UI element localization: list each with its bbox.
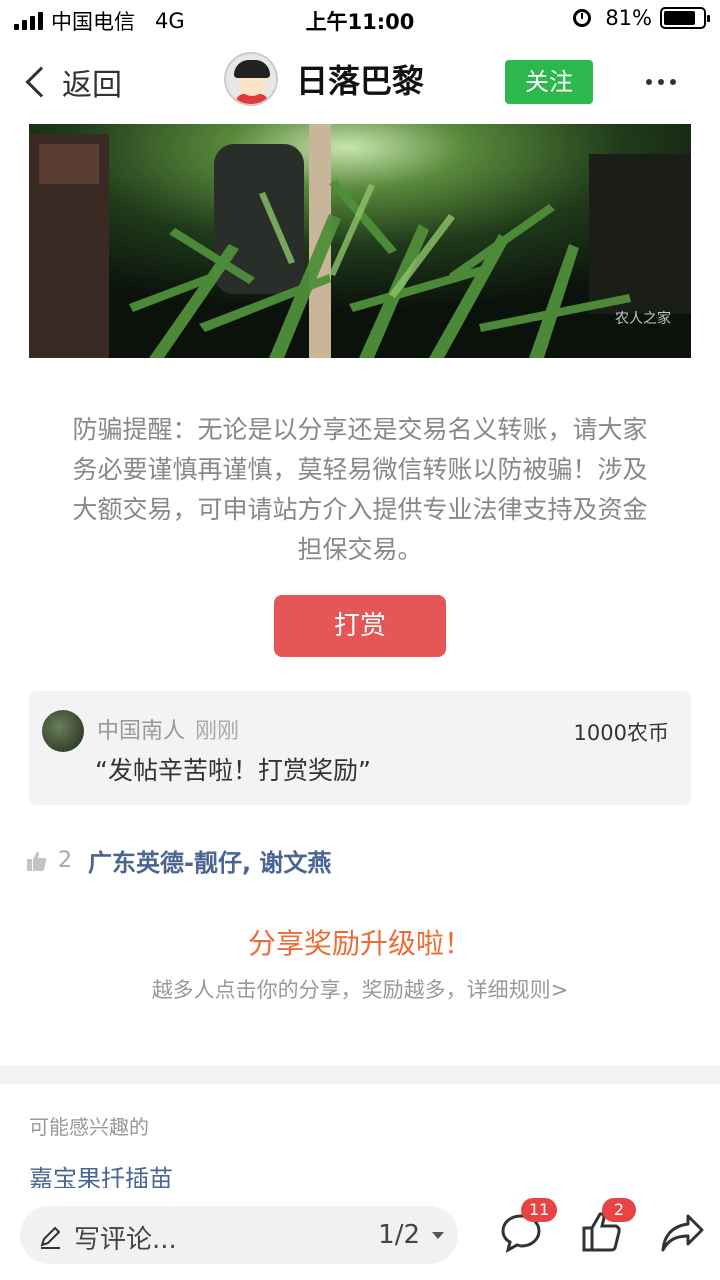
like-button[interactable]: 2	[580, 1198, 636, 1254]
liker-names[interactable]: 广东英德-靓仔, 谢文燕	[88, 843, 331, 878]
comment-button[interactable]: 11	[499, 1198, 558, 1254]
reward-user-avatar[interactable]	[42, 710, 84, 752]
likes-row: 2 广东英德-靓仔, 谢文燕	[26, 843, 331, 878]
comment-placeholder: 写评论...	[74, 1225, 177, 1255]
chevron-left-icon	[25, 66, 57, 98]
section-divider	[0, 1066, 720, 1084]
reward-message: “发帖辛苦啦！打赏奖励”	[95, 756, 371, 785]
author-avatar[interactable]	[224, 52, 278, 106]
like-count: 2	[58, 848, 72, 873]
like-count-badge: 2	[602, 1198, 636, 1222]
alarm-icon	[573, 9, 592, 27]
reward-record[interactable]: 中国南人 刚刚 “发帖辛苦啦！打赏奖励” 1000农币	[29, 691, 691, 805]
related-section-label: 可能感兴趣的	[29, 1115, 149, 1139]
pen-icon	[40, 1226, 61, 1249]
author-name[interactable]: 日落巴黎	[296, 56, 424, 102]
bottom-action-bar: 写评论... 1/2 11 2	[0, 1188, 720, 1280]
reward-time: 刚刚	[195, 719, 240, 744]
comment-input[interactable]: 写评论... 1/2	[20, 1206, 458, 1264]
tip-button[interactable]: 打赏	[274, 595, 446, 657]
watermark-text: 农人之家	[615, 311, 671, 327]
follow-button[interactable]: 关注	[505, 60, 593, 104]
share-button[interactable]	[660, 1210, 704, 1254]
comment-count-badge: 11	[521, 1198, 558, 1222]
battery-icon	[660, 7, 710, 29]
battery-percent: 81%	[605, 6, 652, 30]
chevron-down-icon[interactable]	[432, 1232, 444, 1239]
reward-user-name[interactable]: 中国南人	[97, 719, 185, 744]
author-info[interactable]: 日落巴黎	[224, 52, 424, 106]
back-button[interactable]: 返回	[22, 60, 122, 104]
more-options-icon[interactable]	[646, 79, 676, 85]
share-arrow-icon	[661, 1214, 704, 1252]
share-promo-title[interactable]: 分享奖励升级啦！	[0, 922, 720, 962]
garden-photo	[29, 124, 691, 358]
related-item[interactable]: 嘉宝果扦插苗	[29, 1162, 173, 1188]
thumbs-up-icon	[27, 851, 47, 871]
page-indicator[interactable]: 1/2	[378, 1220, 420, 1250]
post-image[interactable]: 农人之家	[29, 124, 691, 358]
back-label: 返回	[62, 68, 122, 103]
reward-amount: 1000农币	[573, 721, 669, 745]
status-right: 81%	[573, 6, 710, 30]
reward-user-line: 中国南人 刚刚	[97, 713, 239, 745]
battery-fill	[664, 11, 695, 25]
share-promo-rules-link[interactable]: 越多人点击你的分享，奖励越多，详细规则>	[0, 974, 720, 1004]
anti-fraud-notice: 防骗提醒：无论是以分享还是交易名义转账，请大家务必要谨慎再谨慎，莫轻易微信转账以…	[72, 415, 648, 564]
nav-bar: 返回 日落巴黎 关注	[0, 40, 720, 124]
status-bar: 中国电信 4G 上午11:00 81%	[0, 0, 720, 40]
